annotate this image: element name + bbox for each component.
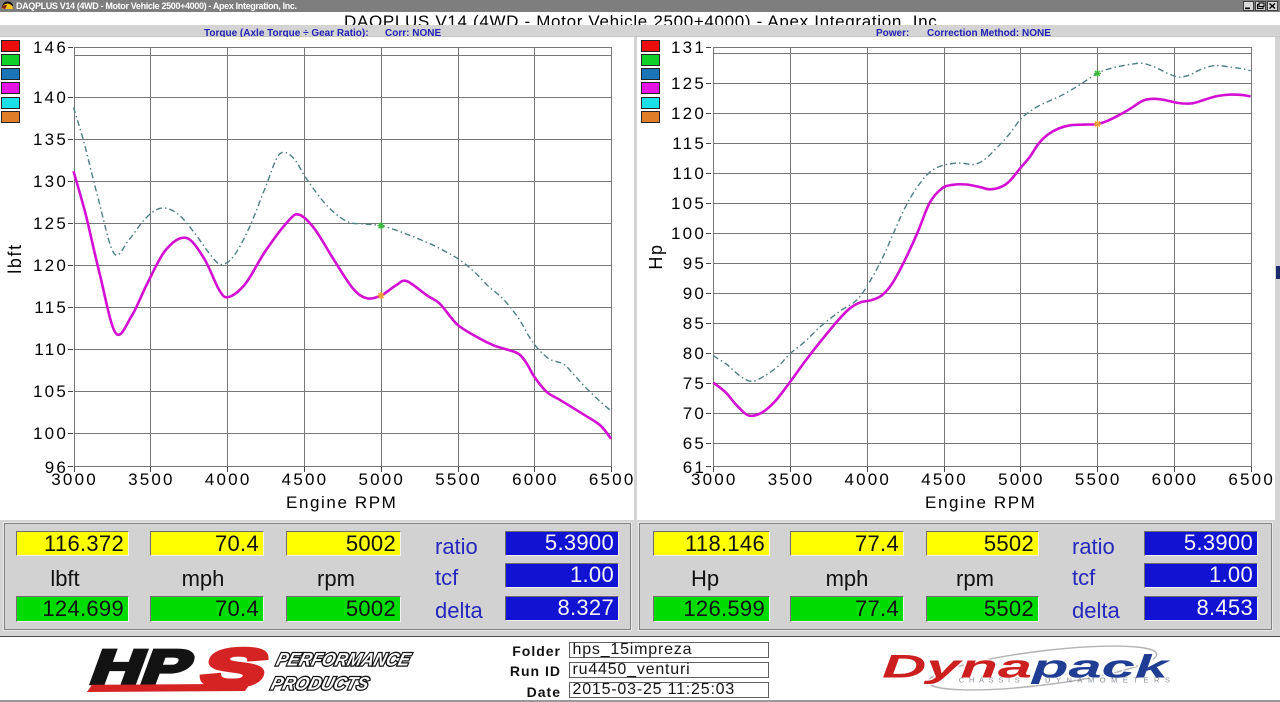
svg-text:PRODUCTS: PRODUCTS [269, 673, 372, 694]
svg-text:PERFORMANCE: PERFORMANCE [274, 649, 413, 670]
